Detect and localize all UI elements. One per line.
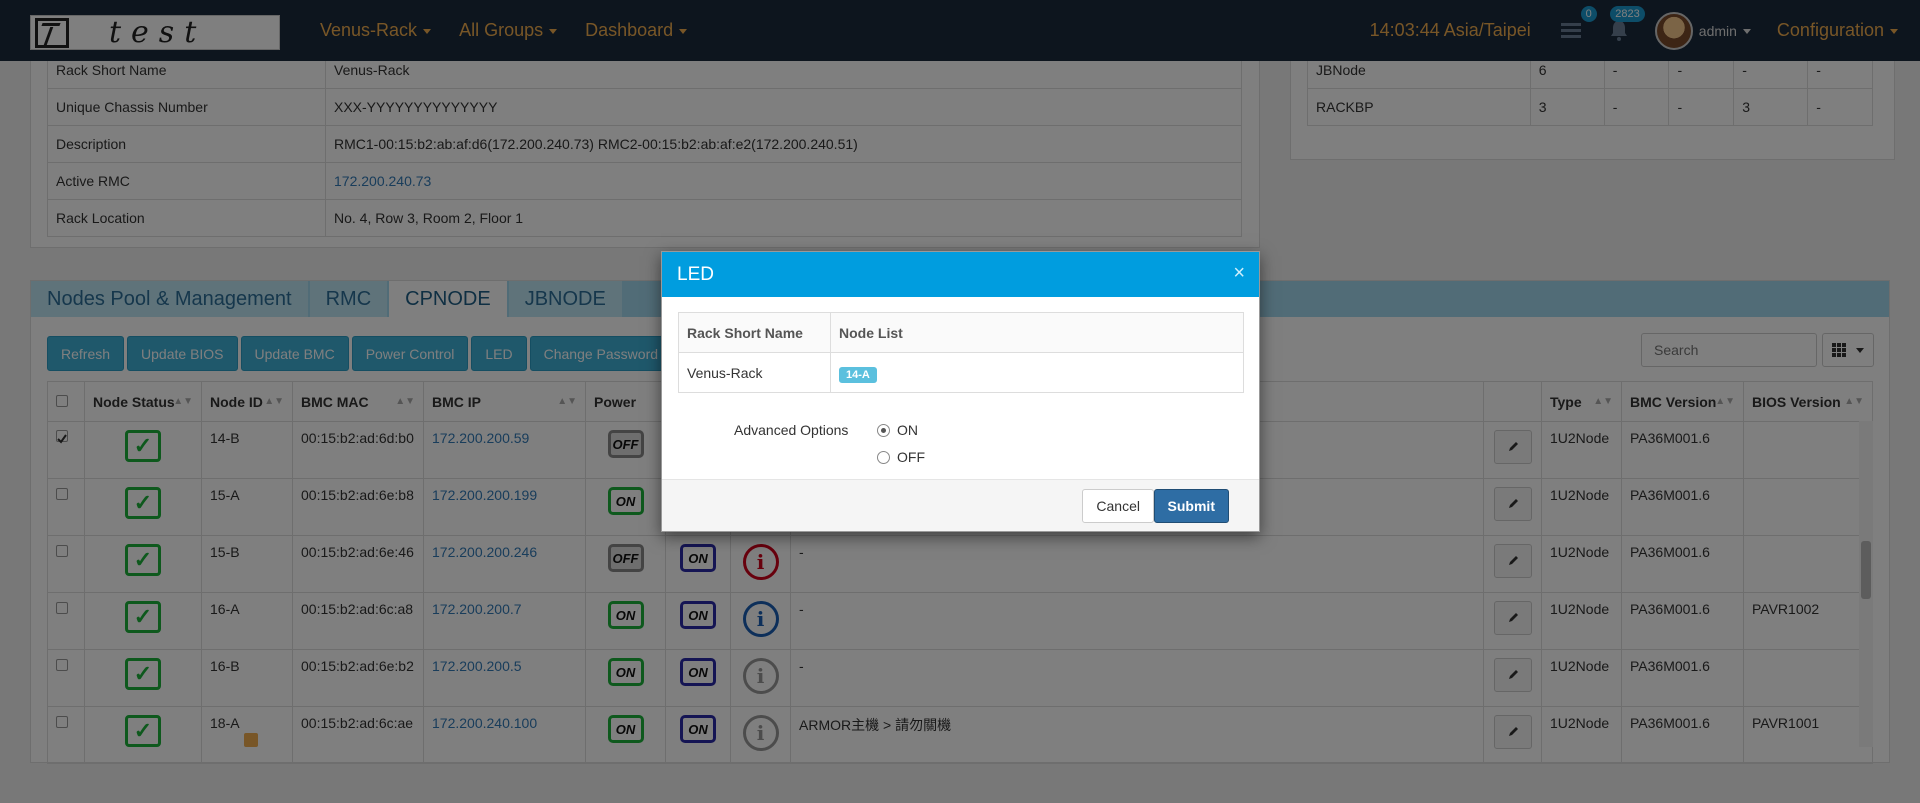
col-node-list: Node List	[830, 312, 1244, 353]
dialog-node-list: 14-A	[830, 352, 1244, 393]
cancel-button[interactable]: Cancel	[1082, 489, 1154, 523]
close-icon[interactable]: ×	[1233, 262, 1245, 285]
dialog-table-header: Rack Short Name Node List	[678, 312, 1244, 353]
radio-off[interactable]: OFF	[877, 449, 925, 465]
dialog-footer: Cancel Submit	[662, 479, 1259, 531]
dialog-header: LED ×	[662, 252, 1259, 297]
radio-on-input[interactable]	[877, 423, 890, 437]
radio-off-label: OFF	[897, 449, 925, 465]
dialog-table-row: Venus-Rack 14-A	[678, 352, 1244, 393]
advanced-options-label: Advanced Options	[734, 422, 849, 438]
radio-on[interactable]: ON	[877, 422, 918, 438]
dialog-node-table: Rack Short Name Node List Venus-Rack 14-…	[678, 312, 1244, 393]
dialog-title: LED	[677, 263, 714, 285]
dialog-rack-name: Venus-Rack	[678, 352, 831, 393]
radio-on-label: ON	[897, 422, 918, 438]
col-rack-short-name: Rack Short Name	[678, 312, 831, 353]
node-label: 14-A	[839, 366, 877, 383]
submit-button[interactable]: Submit	[1153, 489, 1229, 523]
radio-off-input[interactable]	[877, 450, 890, 464]
led-dialog: LED × Rack Short Name Node List Venus-Ra…	[661, 251, 1260, 532]
